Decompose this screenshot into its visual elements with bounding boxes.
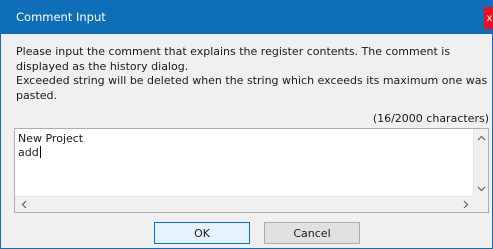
close-icon: x xyxy=(486,12,493,24)
chevron-left-icon xyxy=(21,200,26,209)
description-line: pasted. xyxy=(16,88,58,102)
description-line: Exceeded string will be deleted when the… xyxy=(16,74,488,87)
comment-text[interactable]: New Project add xyxy=(18,132,83,160)
cancel-button[interactable]: Cancel xyxy=(264,222,360,244)
dialog-title: Comment Input xyxy=(16,10,106,24)
scrollbar-corner xyxy=(473,196,488,212)
scroll-right-button[interactable] xyxy=(458,197,473,212)
comment-textarea[interactable]: New Project add xyxy=(14,128,489,213)
chevron-right-icon xyxy=(463,200,468,209)
comment-line-current: add xyxy=(18,146,83,160)
comment-input-dialog: Comment Input x Please input the comment… xyxy=(0,0,493,249)
chevron-down-icon xyxy=(477,186,486,191)
vertical-scrollbar[interactable] xyxy=(473,129,488,197)
scroll-left-button[interactable] xyxy=(16,197,31,212)
comment-line: add xyxy=(18,146,39,159)
description-line: Please input the comment that explains t… xyxy=(16,45,451,58)
ok-button[interactable]: OK xyxy=(154,222,250,244)
scroll-down-button[interactable] xyxy=(474,181,489,196)
description-line: displayed as the history dialog. xyxy=(16,59,189,73)
comment-line: New Project xyxy=(18,132,84,145)
title-bar[interactable]: Comment Input x xyxy=(1,1,493,34)
close-button[interactable]: x xyxy=(484,7,493,29)
text-caret xyxy=(39,146,41,158)
character-count: (16/2000 characters) xyxy=(372,112,489,125)
scroll-up-button[interactable] xyxy=(474,130,489,145)
chevron-up-icon xyxy=(477,135,486,140)
horizontal-scrollbar[interactable] xyxy=(15,196,474,212)
description-text: Please input the comment that explains t… xyxy=(16,45,488,103)
